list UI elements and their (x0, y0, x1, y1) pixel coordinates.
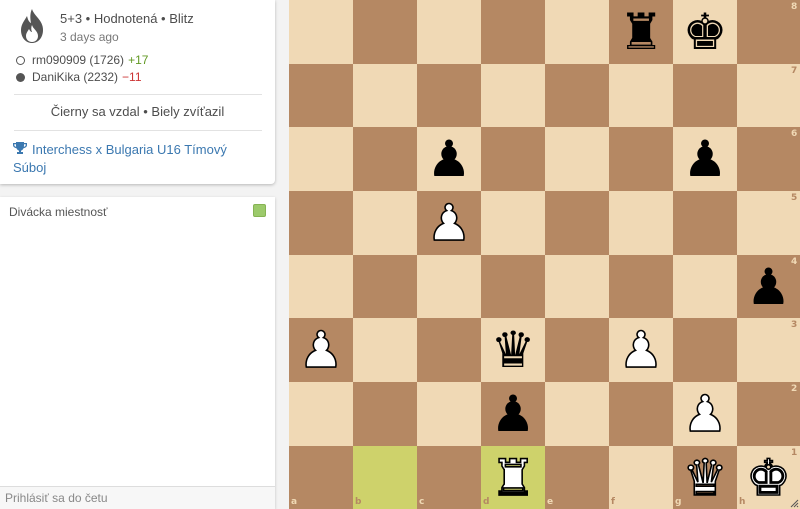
black-color-icon (16, 73, 25, 82)
black-king-g8[interactable]: ♚ (673, 0, 737, 64)
player-black-name[interactable]: DaniKika (2232) (32, 69, 118, 86)
players-list: rm090909 (1726) +17 DaniKika (2232) −11 (16, 52, 148, 86)
square-b2[interactable] (353, 382, 417, 446)
file-label: a (291, 497, 298, 507)
square-b5[interactable] (353, 191, 417, 255)
player-black: DaniKika (2232) −11 (16, 69, 148, 86)
square-a8[interactable] (289, 0, 353, 64)
player-white-rating-diff: +17 (128, 53, 149, 67)
square-a1[interactable] (289, 446, 353, 509)
rank-label: 7 (791, 66, 798, 76)
square-c8[interactable] (417, 0, 481, 64)
rank-label: 5 (791, 193, 798, 203)
chat-title: Divácka miestnosť (9, 205, 108, 219)
chat-panel: Divácka miestnosť (0, 197, 275, 509)
rank-label: 6 (791, 129, 798, 139)
game-result: Čierny sa vzdal • Biely zvíťazil (50, 104, 225, 119)
black-pawn-d2[interactable]: ♟ (481, 382, 545, 446)
square-e1[interactable] (545, 446, 609, 509)
square-f5[interactable] (609, 191, 673, 255)
square-e2[interactable] (545, 382, 609, 446)
divider (14, 94, 262, 95)
divider (14, 130, 262, 131)
square-g7[interactable] (673, 64, 737, 127)
square-b1[interactable] (353, 446, 417, 509)
square-c1[interactable] (417, 446, 481, 509)
square-d6[interactable] (481, 127, 545, 191)
chat-input[interactable] (0, 486, 275, 509)
white-pawn-f3[interactable]: ♟ (609, 318, 673, 382)
file-label: b (355, 497, 362, 507)
square-b8[interactable] (353, 0, 417, 64)
square-f1[interactable] (609, 446, 673, 509)
square-c7[interactable] (417, 64, 481, 127)
square-a6[interactable] (289, 127, 353, 191)
rank-label: 3 (791, 320, 798, 330)
square-b6[interactable] (353, 127, 417, 191)
trophy-icon (13, 142, 27, 154)
chat-toggle[interactable] (253, 204, 266, 217)
square-d7[interactable] (481, 64, 545, 127)
square-e4[interactable] (545, 255, 609, 318)
white-pawn-g2[interactable]: ♟ (673, 382, 737, 446)
black-pawn-g6[interactable]: ♟ (673, 127, 737, 191)
resize-handle-icon[interactable] (790, 499, 799, 508)
square-g3[interactable] (673, 318, 737, 382)
file-label: f (611, 497, 615, 507)
square-d4[interactable] (481, 255, 545, 318)
square-f2[interactable] (609, 382, 673, 446)
square-e8[interactable] (545, 0, 609, 64)
square-g4[interactable] (673, 255, 737, 318)
player-white-name[interactable]: rm090909 (1726) (32, 52, 124, 69)
black-pawn-c6[interactable]: ♟ (417, 127, 481, 191)
square-e5[interactable] (545, 191, 609, 255)
square-e6[interactable] (545, 127, 609, 191)
rank-label: 2 (791, 384, 798, 394)
square-a7[interactable] (289, 64, 353, 127)
square-b3[interactable] (353, 318, 417, 382)
square-a5[interactable] (289, 191, 353, 255)
square-g5[interactable] (673, 191, 737, 255)
square-f7[interactable] (609, 64, 673, 127)
square-a4[interactable] (289, 255, 353, 318)
square-d8[interactable] (481, 0, 545, 64)
game-time-ago: 3 days ago (60, 30, 119, 44)
file-label: c (419, 497, 425, 507)
tournament-name: Interchess x Bulgaria U16 Tímový Súboj (13, 142, 227, 175)
white-rook-d1[interactable]: ♜ (481, 446, 545, 509)
player-white: rm090909 (1726) +17 (16, 52, 148, 69)
square-c3[interactable] (417, 318, 481, 382)
game-info-card: 5+3 • Hodnotená • Blitz 3 days ago rm090… (0, 0, 275, 184)
square-c4[interactable] (417, 255, 481, 318)
square-a2[interactable] (289, 382, 353, 446)
square-f4[interactable] (609, 255, 673, 318)
square-c2[interactable] (417, 382, 481, 446)
square-b4[interactable] (353, 255, 417, 318)
white-pawn-c5[interactable]: ♟ (417, 191, 481, 255)
white-pawn-a3[interactable]: ♟ (289, 318, 353, 382)
tournament-link[interactable]: Interchess x Bulgaria U16 Tímový Súboj (13, 141, 253, 177)
file-label: e (547, 497, 554, 507)
square-b7[interactable] (353, 64, 417, 127)
white-color-icon (16, 56, 25, 65)
black-rook-f8[interactable]: ♜ (609, 0, 673, 64)
square-f6[interactable] (609, 127, 673, 191)
white-queen-g1[interactable]: ♛ (673, 446, 737, 509)
player-black-rating-diff: −11 (122, 70, 142, 84)
square-e7[interactable] (545, 64, 609, 127)
black-pawn-h4[interactable]: ♟ (737, 255, 800, 318)
fire-icon (21, 9, 43, 43)
square-d5[interactable] (481, 191, 545, 255)
chess-board[interactable]: 8 7 6 5 4 3 2 1 a b c d e f g h ♜ ♚ ♟ ♟ ♟ ♟ ♟ ♛ ♟ ♟ ♟ ♜ ♛ ♚ (289, 0, 800, 509)
rank-label: 8 (791, 2, 798, 12)
game-title: 5+3 • Hodnotená • Blitz (60, 11, 194, 26)
square-e3[interactable] (545, 318, 609, 382)
black-queen-d3[interactable]: ♛ (481, 318, 545, 382)
